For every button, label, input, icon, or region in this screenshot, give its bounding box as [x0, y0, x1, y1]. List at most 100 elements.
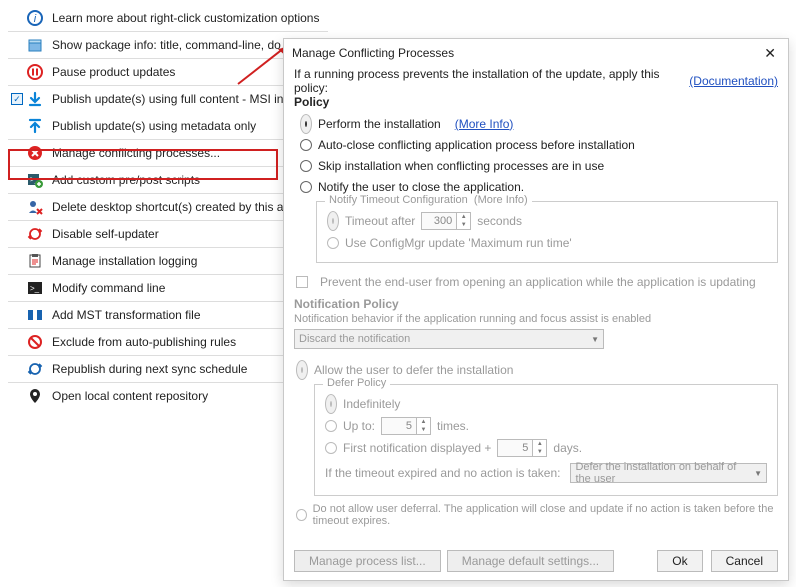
menu-item-show-package[interactable]: Show package info: title, command-line, … — [8, 31, 328, 58]
menu-item-pause[interactable]: Pause product updates — [8, 58, 328, 85]
radio-notify[interactable] — [300, 181, 312, 193]
spin-down-icon: ▼ — [417, 426, 430, 434]
radio-indefinitely — [325, 394, 337, 414]
radio-label: Notify the user to close the application… — [318, 180, 524, 194]
fieldset-legend: Defer Policy — [323, 377, 390, 389]
location-icon — [24, 388, 46, 404]
sync-disabled-icon — [24, 226, 46, 242]
menu-item-publish-meta[interactable]: Publish update(s) using metadata only — [8, 112, 328, 139]
dialog-title: Manage Conflicting Processes — [292, 46, 756, 60]
radio-use-configmgr — [327, 237, 339, 249]
dialog-manage-conflicting: Manage Conflicting Processes ✕ If a runn… — [283, 38, 789, 581]
manage-process-list-button: Manage process list... — [294, 550, 441, 572]
first-input — [498, 440, 532, 456]
menu-item-exclude[interactable]: Exclude from auto-publishing rules — [8, 328, 328, 355]
menu-label: Publish update(s) using full content - M… — [46, 92, 283, 106]
documentation-link[interactable]: (Documentation) — [689, 74, 778, 88]
menu-item-logging[interactable]: Manage installation logging — [8, 247, 328, 274]
svg-text:>_: >_ — [30, 284, 40, 293]
menu-item-delete-shortcut[interactable]: Delete desktop shortcut(s) created by th… — [8, 193, 328, 220]
cancel-button[interactable]: Cancel — [711, 550, 778, 572]
menu-item-mst[interactable]: Add MST transformation file — [8, 301, 328, 328]
fieldset-legend: Notify Timeout Configuration — [329, 194, 468, 206]
timeout-label-a: Timeout after — [345, 214, 415, 228]
menu-item-publish-full[interactable]: Publish update(s) using full content - M… — [8, 85, 328, 112]
dialog-titlebar: Manage Conflicting Processes ✕ — [284, 39, 788, 67]
more-info-link[interactable]: (More Info) — [455, 117, 514, 131]
more-info-label: (More Info) — [474, 194, 528, 206]
pause-icon — [24, 64, 46, 80]
expired-label: If the timeout expired and no action is … — [325, 466, 560, 480]
spin-up-icon: ▲ — [417, 418, 430, 426]
info-icon: i — [24, 10, 46, 26]
svg-text:i: i — [34, 13, 37, 25]
timeout-input — [422, 213, 456, 229]
spin-down-icon: ▼ — [533, 448, 546, 456]
transform-icon — [24, 307, 46, 323]
menu-label: Modify command line — [46, 281, 165, 295]
menu-item-cmdline[interactable]: >_ Modify command line — [8, 274, 328, 301]
defer-policy-fieldset: Defer Policy Indefinitely Up to: ▲▼ time… — [314, 384, 778, 496]
indefinitely-label: Indefinitely — [343, 397, 400, 411]
menu-label: Learn more about right-click customizati… — [46, 11, 319, 25]
menu-label: Manage installation logging — [46, 254, 197, 268]
radio-label: Auto-close conflicting application proce… — [318, 138, 635, 152]
radio-no-defer — [296, 509, 307, 521]
block-icon — [24, 334, 46, 350]
timeout-spinner: ▲▼ — [421, 212, 471, 230]
context-menu: i Learn more about right-click customiza… — [8, 4, 328, 409]
menu-label: Pause product updates — [46, 65, 175, 79]
menu-label: Publish update(s) using metadata only — [46, 119, 256, 133]
first-label-b: days. — [553, 441, 582, 455]
menu-item-open-repo[interactable]: Open local content repository — [8, 382, 328, 409]
intro-text: If a running process prevents the instal… — [294, 67, 689, 95]
spin-down-icon: ▼ — [457, 221, 470, 229]
no-defer-label: Do not allow user deferral. The applicat… — [313, 503, 778, 527]
menu-label: Delete desktop shortcut(s) created by th… — [46, 200, 290, 214]
radio-timeout-after — [327, 211, 339, 231]
expired-action-select: Defer the installation on behalf of the … — [570, 463, 767, 483]
radio-autoclose[interactable] — [300, 139, 312, 151]
allow-defer-label: Allow the user to defer the installation — [314, 363, 513, 377]
radio-skip[interactable] — [300, 160, 312, 172]
menu-item-disable-updater[interactable]: Disable self-updater — [8, 220, 328, 247]
menu-label: Disable self-updater — [46, 227, 159, 241]
first-label-a: First notification displayed + — [343, 441, 491, 455]
notification-select: Discard the notification ▼ — [294, 329, 604, 349]
menu-label: Open local content repository — [46, 389, 208, 403]
radio-label: Perform the installation — [318, 117, 441, 131]
chevron-down-icon: ▼ — [754, 469, 762, 478]
configmgr-label: Use ConfigMgr update 'Maximum run time' — [345, 236, 572, 250]
spin-up-icon: ▲ — [457, 213, 470, 221]
radio-first-notif — [325, 442, 337, 454]
download-icon — [24, 91, 46, 107]
manage-default-settings-button: Manage default settings... — [447, 550, 614, 572]
upto-input — [382, 418, 416, 434]
radio-perform[interactable] — [300, 114, 312, 134]
radio-label: Skip installation when conflicting proce… — [318, 159, 604, 173]
menu-item-learn-more[interactable]: i Learn more about right-click customiza… — [8, 4, 328, 31]
notification-policy-sub: Notification behavior if the application… — [294, 313, 778, 325]
spin-up-icon: ▲ — [533, 440, 546, 448]
radio-upto — [325, 420, 337, 432]
policy-header: Policy — [294, 95, 778, 109]
ok-button[interactable]: Ok — [657, 550, 702, 572]
refresh-icon — [24, 361, 46, 377]
prevent-label: Prevent the end-user from opening an app… — [320, 275, 756, 289]
close-icon[interactable]: ✕ — [756, 43, 784, 64]
menu-label: Show package info: title, command-line, … — [46, 38, 281, 52]
checkbox-prevent-open — [296, 276, 308, 288]
clipboard-icon — [24, 253, 46, 269]
menu-label: Add MST transformation file — [46, 308, 201, 322]
highlight-box — [8, 149, 278, 180]
menu-item-republish[interactable]: Republish during next sync schedule — [8, 355, 328, 382]
first-spinner: ▲▼ — [497, 439, 547, 457]
select-value: Discard the notification — [299, 333, 410, 345]
radio-allow-defer — [296, 360, 308, 380]
checkmark-icon — [11, 93, 23, 105]
chevron-down-icon: ▼ — [591, 335, 599, 344]
upto-spinner: ▲▼ — [381, 417, 431, 435]
notify-timeout-fieldset: Notify Timeout Configuration (More Info)… — [316, 201, 778, 263]
menu-label: Exclude from auto-publishing rules — [46, 335, 236, 349]
menu-label: Republish during next sync schedule — [46, 362, 247, 376]
